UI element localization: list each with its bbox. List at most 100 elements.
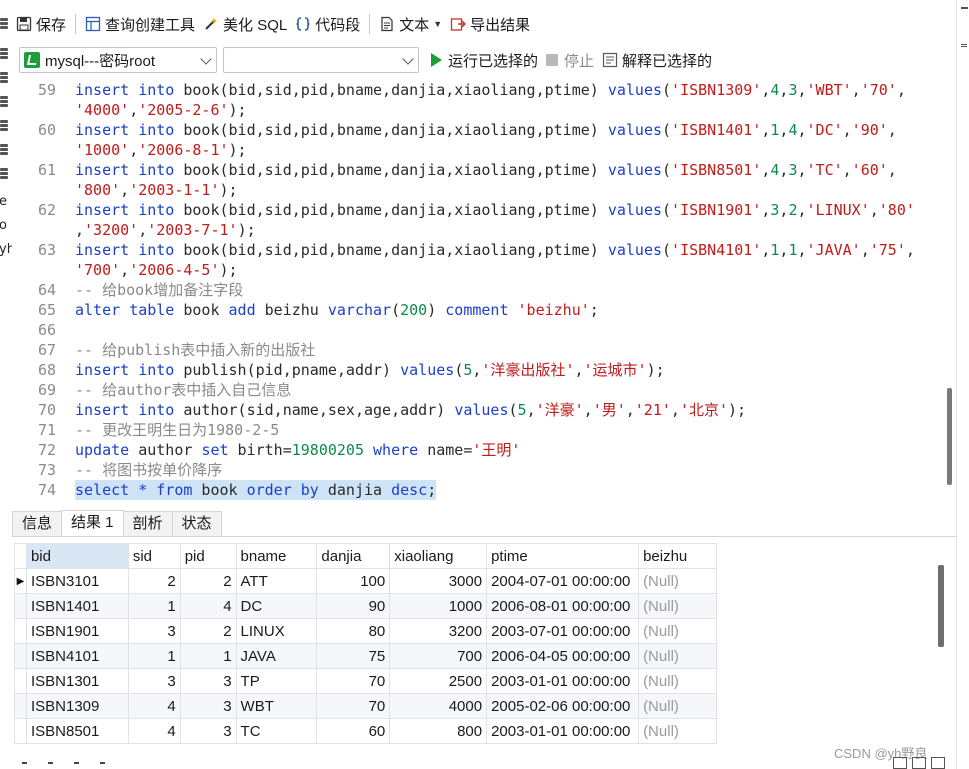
grid-cell-pid[interactable]: 3: [179, 668, 237, 694]
grid-cell-bname[interactable]: TC: [235, 718, 318, 744]
code-line[interactable]: ,'3200','2003-7-1');: [12, 220, 932, 240]
table-row[interactable]: ISBN8501 4 3 TC 60 800 2003-01-01 00:00:00 (Nul…: [14, 718, 717, 744]
grid-cell-sid[interactable]: 1: [127, 593, 181, 619]
grid-cell-xiaoliang[interactable]: 2500: [389, 668, 488, 694]
grid-cell-sid[interactable]: 4: [127, 718, 181, 744]
tab-info[interactable]: 信息: [12, 511, 63, 536]
code-line[interactable]: 69 -- 给author表中插入自己信息: [12, 380, 932, 400]
grid-cell-danjia[interactable]: 90: [316, 593, 391, 619]
beautify-sql-button[interactable]: 美化 SQL: [199, 10, 291, 38]
grid-cell-bname[interactable]: DC: [235, 593, 318, 619]
grid-cell-xiaoliang[interactable]: 800: [389, 718, 488, 744]
database-select[interactable]: [223, 47, 419, 73]
column-header-bname[interactable]: bname: [235, 543, 318, 569]
grid-cell-ptime[interactable]: 2003-01-01 00:00:00: [486, 718, 640, 744]
tab-profile[interactable]: 剖析: [122, 511, 173, 536]
grid-cell-bname[interactable]: LINUX: [235, 618, 318, 644]
grid-cell-beizhu[interactable]: (Null): [638, 693, 717, 719]
code-snippet-button[interactable]: 代码段: [291, 10, 364, 38]
tab-result-1[interactable]: 结果 1: [61, 510, 124, 536]
grid-cell-pid[interactable]: 2: [179, 568, 237, 594]
connection-select[interactable]: mysql---密码root: [19, 47, 217, 73]
grid-cell-sid[interactable]: 2: [127, 568, 181, 594]
grid-cell-pid[interactable]: 1: [179, 643, 237, 669]
grid-cell-pid[interactable]: 3: [179, 718, 237, 744]
grid-cell-beizhu[interactable]: (Null): [638, 568, 717, 594]
grid-cell-ptime[interactable]: 2006-04-05 00:00:00: [486, 643, 640, 669]
table-row[interactable]: ISBN1301 3 3 TP 70 2500 2003-01-01 00:00:00 (Nu…: [14, 668, 717, 694]
save-button[interactable]: 保存: [12, 10, 70, 38]
grid-cell-ptime[interactable]: 2006-08-01 00:00:00: [486, 593, 640, 619]
column-header-xiaoliang[interactable]: xiaoliang: [389, 543, 488, 569]
table-row[interactable]: ISBN1901 3 2 LINUX 80 3200 2003-07-01 00:00:00…: [14, 618, 717, 644]
grid-cell-bid[interactable]: ISBN1309: [25, 693, 129, 719]
grid-cell-sid[interactable]: 4: [127, 693, 181, 719]
grid-cell-bid[interactable]: ISBN1901: [25, 618, 129, 644]
query-builder-button[interactable]: 查询创建工具: [81, 10, 199, 38]
grid-cell-bid[interactable]: ISBN8501: [25, 718, 129, 744]
grid-view-icon[interactable]: [893, 757, 907, 769]
code-line[interactable]: 68 insert into publish(pid,pname,addr) va…: [12, 360, 932, 380]
grid-cell-danjia[interactable]: 60: [316, 718, 391, 744]
code-line[interactable]: 67 -- 给publish表中插入新的出版社: [12, 340, 932, 360]
code-line[interactable]: 62 insert into book(bid,sid,pid,bname,dan…: [12, 200, 932, 220]
grid-cell-danjia[interactable]: 70: [316, 693, 391, 719]
stop-button[interactable]: 停止: [542, 46, 598, 74]
grid-cell-xiaoliang[interactable]: 700: [389, 643, 488, 669]
grid-cell-bname[interactable]: TP: [235, 668, 318, 694]
grid-cell-ptime[interactable]: 2003-01-01 00:00:00: [486, 668, 640, 694]
grid-cell-bname[interactable]: JAVA: [235, 643, 318, 669]
code-line[interactable]: 61 insert into book(bid,sid,pid,bname,dan…: [12, 160, 932, 180]
explain-selected-button[interactable]: 解释已选择的: [598, 46, 716, 74]
export-results-button[interactable]: 导出结果: [446, 10, 534, 38]
code-line[interactable]: 59 insert into book(bid,sid,pid,bname,dan…: [12, 80, 932, 100]
table-row[interactable]: ISBN4101 1 1 JAVA 75 700 2006-04-05 00:00:00 (N…: [14, 643, 717, 669]
column-header-beizhu[interactable]: beizhu: [638, 543, 717, 569]
code-line[interactable]: 71 -- 更改王明生日为1980-2-5: [12, 420, 932, 440]
grid-cell-sid[interactable]: 3: [127, 668, 181, 694]
code-line[interactable]: '1000','2006-8-1');: [12, 140, 932, 160]
grid-cell-ptime[interactable]: 2003-07-01 00:00:00: [486, 618, 640, 644]
sql-editor[interactable]: 59 insert into book(bid,sid,pid,bname,dan…: [12, 80, 956, 505]
result-grid[interactable]: bid sid pid bname danjia xiaoliang ptime…: [14, 543, 717, 744]
code-line[interactable]: 64 -- 给book增加备注字段: [12, 280, 932, 300]
grid-cell-danjia[interactable]: 80: [316, 618, 391, 644]
grid-cell-beizhu[interactable]: (Null): [638, 668, 717, 694]
grid-cell-danjia[interactable]: 75: [316, 643, 391, 669]
grid-cell-danjia[interactable]: 70: [316, 668, 391, 694]
code-line[interactable]: '700','2006-4-5');: [12, 260, 932, 280]
grid-cell-ptime[interactable]: 2005-02-06 00:00:00: [486, 693, 640, 719]
table-row[interactable]: ISBN1401 1 4 DC 90 1000 2006-08-01 00:00:00 (Nu…: [14, 593, 717, 619]
minimize-icon[interactable]: [961, 7, 968, 9]
grid-cell-danjia[interactable]: 100: [316, 568, 391, 594]
grid-cell-bname[interactable]: WBT: [235, 693, 318, 719]
grid-cell-beizhu[interactable]: (Null): [638, 593, 717, 619]
grid-cell-bid[interactable]: ISBN1301: [25, 668, 129, 694]
grid-cell-xiaoliang[interactable]: 3200: [389, 618, 488, 644]
grid-cell-pid[interactable]: 2: [179, 618, 237, 644]
code-line[interactable]: 72 update author set birth=19800205 where…: [12, 440, 932, 460]
table-row[interactable]: ▶ ISBN3101 2 2 ATT 100 3000 2004-07-01 00:00:00…: [14, 568, 717, 594]
column-header-bid[interactable]: bid: [25, 543, 129, 569]
text-view-icon[interactable]: [931, 757, 945, 769]
grid-cell-sid[interactable]: 3: [127, 618, 181, 644]
editor-scrollbar-thumb[interactable]: [947, 388, 952, 485]
code-line[interactable]: 66: [12, 320, 932, 340]
column-header-ptime[interactable]: ptime: [486, 543, 640, 569]
code-line[interactable]: 73 -- 将图书按单价降序: [12, 460, 932, 480]
grid-cell-pid[interactable]: 4: [179, 593, 237, 619]
grid-cell-bid[interactable]: ISBN3101: [25, 568, 129, 594]
code-line[interactable]: 60 insert into book(bid,sid,pid,bname,dan…: [12, 120, 932, 140]
form-view-icon[interactable]: [912, 757, 926, 769]
grid-cell-xiaoliang[interactable]: 4000: [389, 693, 488, 719]
tab-status[interactable]: 状态: [171, 511, 222, 536]
grid-cell-xiaoliang[interactable]: 1000: [389, 593, 488, 619]
grid-scrollbar-thumb[interactable]: [938, 565, 944, 647]
grid-cell-bid[interactable]: ISBN1401: [25, 593, 129, 619]
code-line[interactable]: 70 insert into author(sid,name,sex,age,ad…: [12, 400, 932, 420]
restore-icon[interactable]: [961, 44, 967, 47]
grid-cell-ptime[interactable]: 2004-07-01 00:00:00: [486, 568, 640, 594]
run-selected-button[interactable]: 运行已选择的: [427, 46, 542, 74]
grid-cell-bid[interactable]: ISBN4101: [25, 643, 129, 669]
grid-cell-pid[interactable]: 3: [179, 693, 237, 719]
